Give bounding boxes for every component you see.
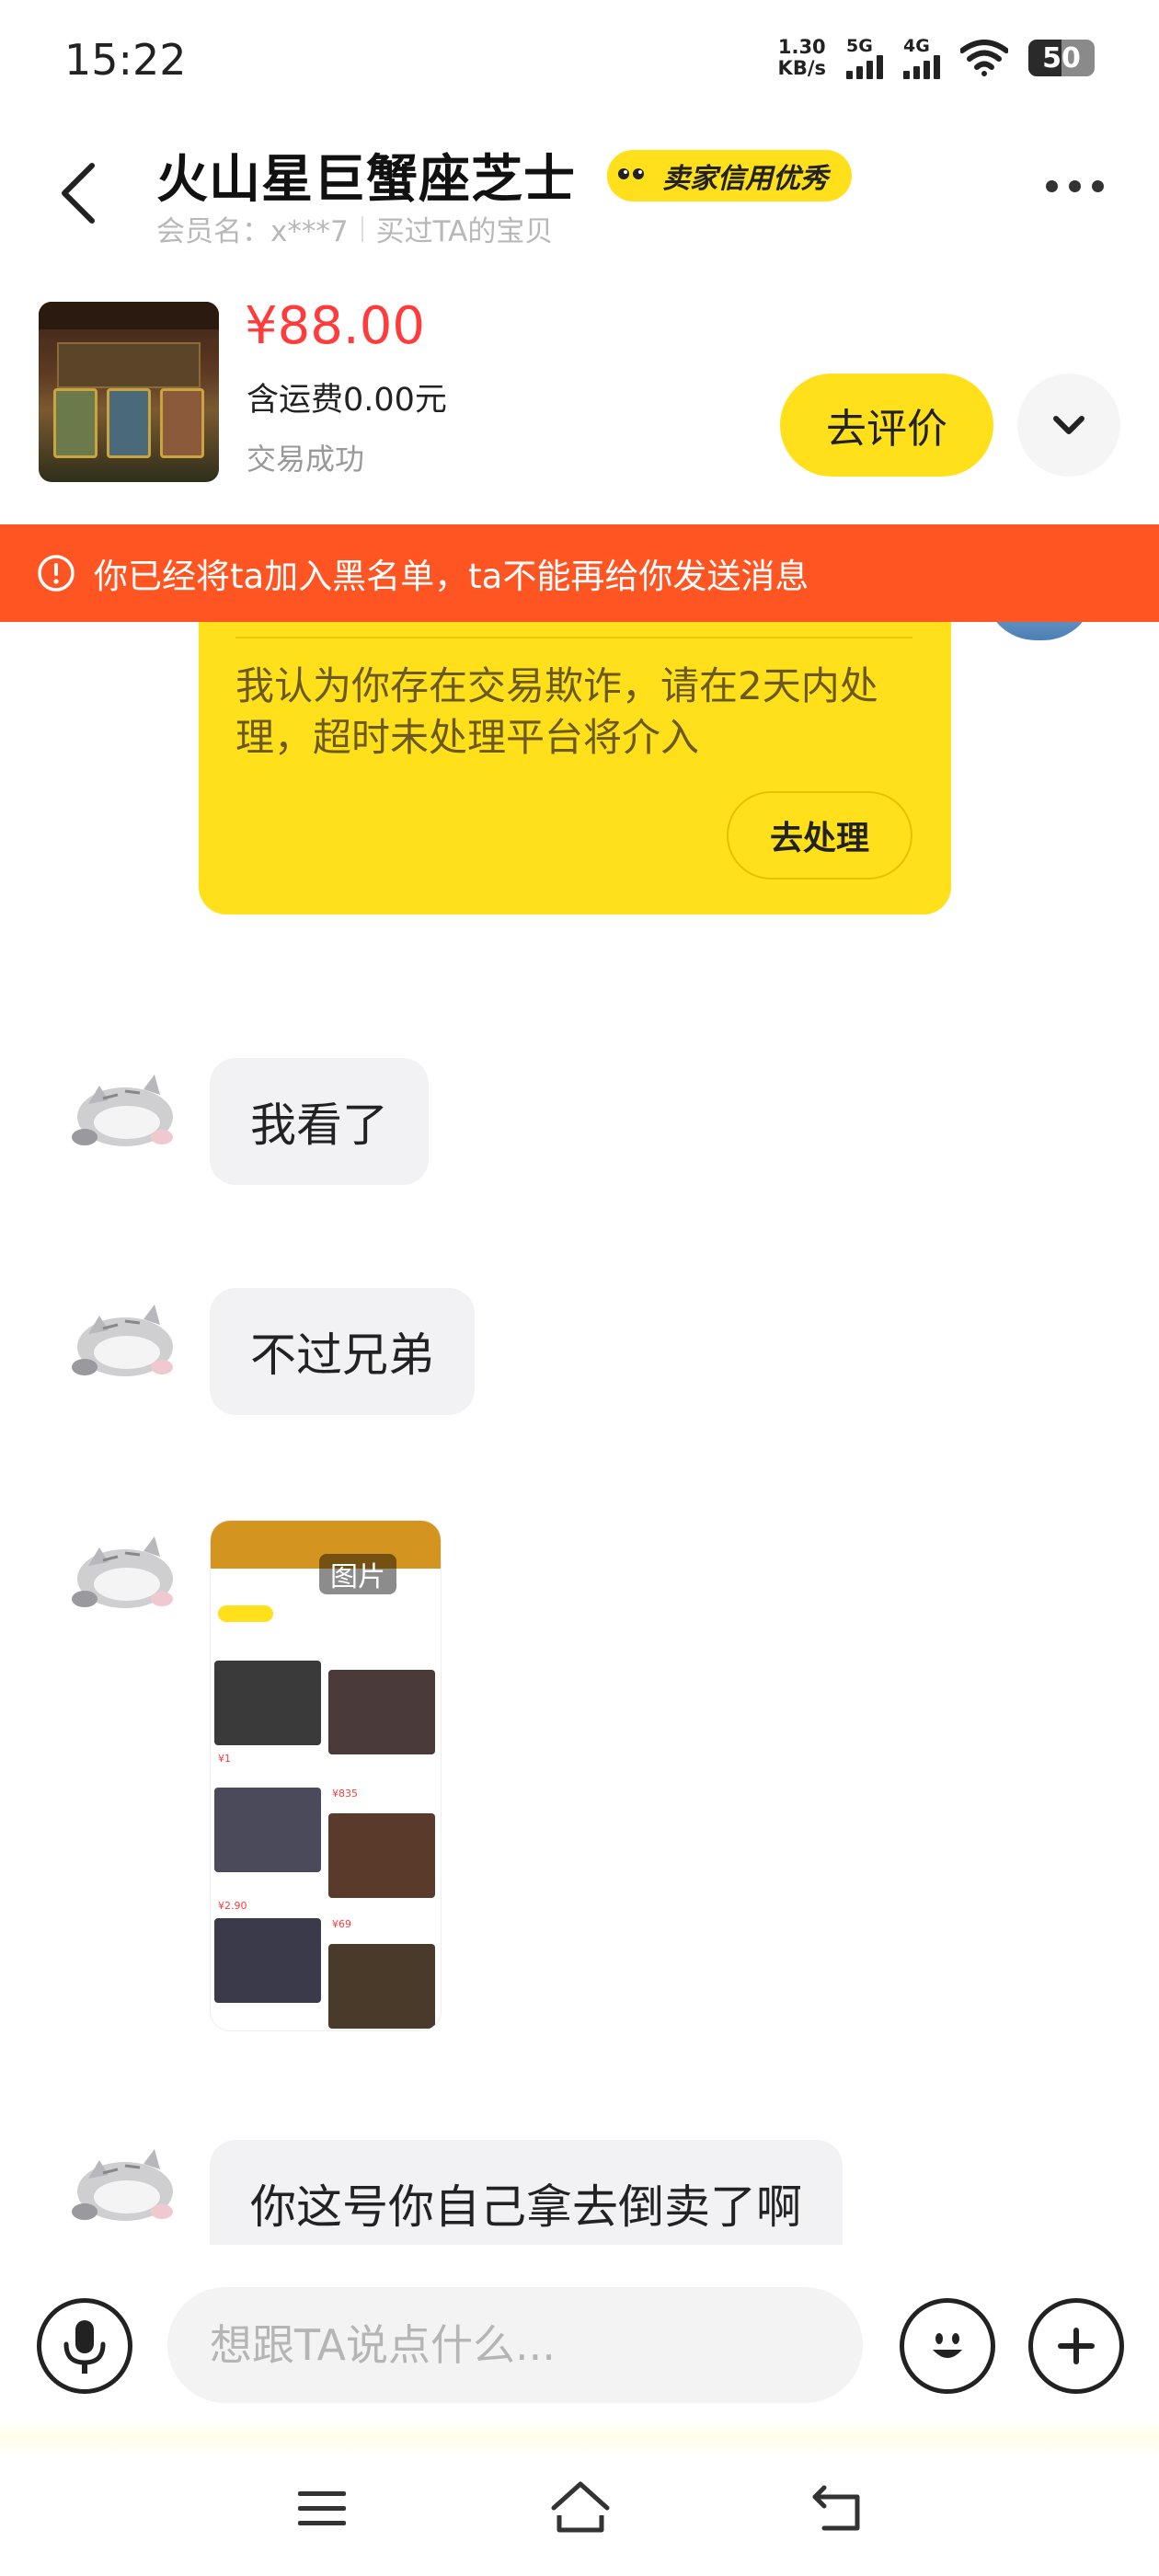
user-avatar[interactable] xyxy=(52,2133,180,2252)
shop-name[interactable]: 火山星巨蟹座芝士 xyxy=(156,138,576,213)
product-price: ¥88.00 xyxy=(245,296,425,356)
signal-4g-icon: 4G xyxy=(903,37,940,79)
plus-icon xyxy=(1058,2328,1095,2364)
battery-icon: 50 xyxy=(1028,40,1095,76)
wifi-icon xyxy=(960,40,1008,76)
more-options-icon[interactable] xyxy=(1046,180,1104,192)
dispute-message: 我认为你存在交易欺诈，请在2天内处理，超时未处理平台将介入 xyxy=(235,663,878,760)
voice-button[interactable] xyxy=(37,2298,132,2394)
chat-bubble[interactable]: 不过兄弟 xyxy=(210,1288,475,1415)
bought-info: 买过TA的宝贝 xyxy=(375,215,554,248)
image-label: 图片 xyxy=(319,1554,396,1594)
home-icon[interactable] xyxy=(548,2478,613,2537)
status-time: 15:22 xyxy=(64,35,187,85)
message-input[interactable] xyxy=(167,2287,863,2403)
credit-badge-label: 卖家信用优秀 xyxy=(662,163,828,195)
signal-5g-icon: 5G xyxy=(846,37,883,79)
product-thumbnail[interactable] xyxy=(39,302,219,482)
user-avatar[interactable] xyxy=(52,1058,180,1178)
signal-4g-label: 4G xyxy=(903,36,930,56)
chat-bubble[interactable]: 我看了 xyxy=(210,1058,429,1185)
blacklist-banner: 你已经将ta加入黑名单，ta不能再给你发送消息 xyxy=(0,524,1159,622)
user-avatar[interactable] xyxy=(52,1520,180,1639)
shipping-info: 含运费0.00元 xyxy=(247,382,447,419)
review-button[interactable]: 去评价 xyxy=(780,374,993,477)
back-arrow-icon[interactable] xyxy=(52,156,107,230)
blacklist-text: 你已经将ta加入黑名单，ta不能再给你发送消息 xyxy=(94,557,809,596)
emoji-button[interactable] xyxy=(900,2298,995,2394)
network-speed-unit: KB/s xyxy=(777,57,826,79)
chevron-down-icon xyxy=(1053,416,1084,434)
smiley-icon xyxy=(933,2333,962,2358)
user-avatar[interactable] xyxy=(52,1288,180,1408)
message-text: 你这号你自己拿去倒卖了啊 xyxy=(250,2180,802,2234)
status-icons: 1.30 KB/s 5G 4G 50 xyxy=(778,37,1095,79)
trade-status: 交易成功 xyxy=(247,442,365,477)
input-bar-glow xyxy=(0,2420,1159,2456)
network-speed-value: 1.30 xyxy=(777,36,826,58)
chat-image-message[interactable]: 图片 ¥1 ¥835 ¥2.90 ¥69 xyxy=(210,1520,442,2031)
expand-button[interactable] xyxy=(1017,374,1120,477)
warning-icon xyxy=(38,555,75,592)
chat-clip-mask xyxy=(0,2245,1159,2278)
member-name: 会员名：x***7 xyxy=(156,215,349,248)
system-back-icon[interactable] xyxy=(809,2480,866,2536)
divider xyxy=(235,637,912,638)
signal-5g-label: 5G xyxy=(846,36,873,56)
menu-icon[interactable] xyxy=(294,2486,350,2532)
divider xyxy=(361,215,363,242)
smiley-mascot-icon xyxy=(607,152,655,200)
message-text: 我看了 xyxy=(250,1098,388,1152)
seller-sub-info: 会员名：x***7 买过TA的宝贝 xyxy=(156,208,553,249)
network-speed: 1.30 KB/s xyxy=(778,37,826,79)
microphone-icon xyxy=(63,2320,106,2374)
handle-dispute-button[interactable]: 去处理 xyxy=(727,791,912,880)
battery-level: 50 xyxy=(1028,40,1095,76)
plus-button[interactable] xyxy=(1028,2298,1124,2394)
message-text: 不过兄弟 xyxy=(250,1328,434,1382)
